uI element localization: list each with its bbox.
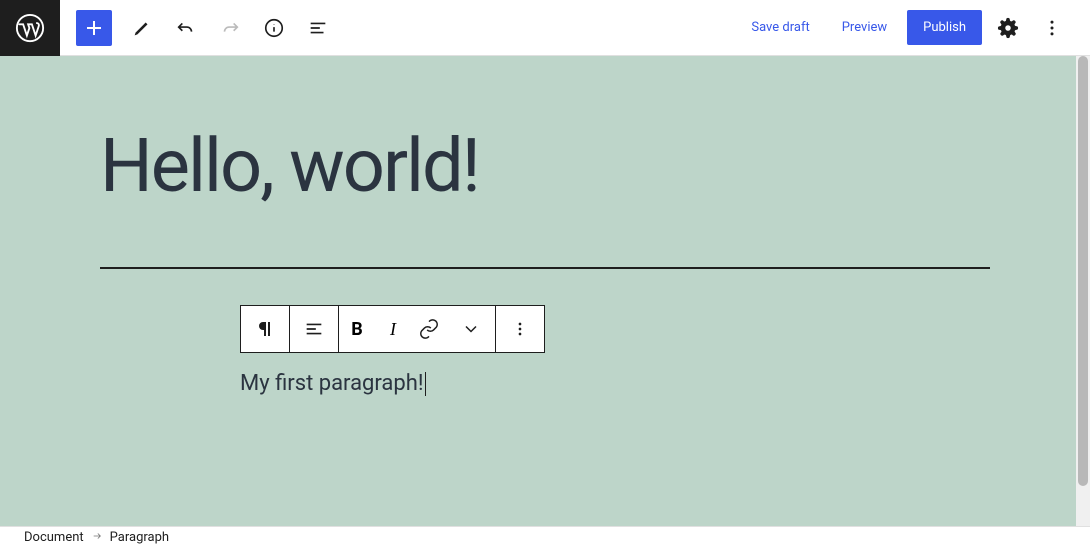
info-icon <box>263 17 285 39</box>
separator-block[interactable] <box>100 267 990 269</box>
post-title[interactable]: Hello, world! <box>100 126 990 207</box>
block-more-button[interactable] <box>496 306 544 352</box>
breadcrumb-root[interactable]: Document <box>24 530 84 545</box>
add-block-button[interactable] <box>76 10 112 46</box>
undo-icon <box>175 17 197 39</box>
editor-canvas[interactable]: Hello, world! B I <box>0 56 1090 526</box>
gear-icon <box>997 17 1019 39</box>
list-view-button[interactable] <box>300 10 336 46</box>
top-bar-right: Save draft Preview Publish <box>739 10 1090 46</box>
more-vertical-icon <box>510 319 530 339</box>
bold-button[interactable]: B <box>339 306 375 352</box>
redo-button[interactable] <box>212 10 248 46</box>
undo-button[interactable] <box>168 10 204 46</box>
top-bar-left <box>0 0 340 55</box>
arrow-right-icon <box>90 531 104 541</box>
pencil-icon <box>131 17 153 39</box>
paragraph-text: My first paragraph! <box>240 371 424 396</box>
plus-icon <box>82 16 106 40</box>
save-draft-button[interactable]: Save draft <box>739 12 821 43</box>
settings-button[interactable] <box>990 10 1026 46</box>
block-toolbar: B I <box>240 305 545 353</box>
list-view-icon <box>307 17 329 39</box>
align-left-icon <box>303 318 325 340</box>
text-cursor <box>425 372 426 396</box>
link-icon <box>418 318 440 340</box>
wordpress-logo[interactable] <box>0 0 60 56</box>
paragraph-block[interactable]: My first paragraph! <box>240 371 990 396</box>
wordpress-icon <box>15 13 45 43</box>
preview-button[interactable]: Preview <box>830 12 899 43</box>
link-button[interactable] <box>411 306 447 352</box>
paragraph-icon <box>253 317 277 341</box>
editor-top-bar: Save draft Preview Publish <box>0 0 1090 56</box>
block-type-button[interactable] <box>241 306 289 352</box>
align-button[interactable] <box>290 306 338 352</box>
more-formatting-button[interactable] <box>447 306 495 352</box>
breadcrumb-current[interactable]: Paragraph <box>110 530 169 545</box>
block-breadcrumb: Document Paragraph <box>0 526 1090 548</box>
breadcrumb-separator <box>90 530 104 545</box>
scrollbar-thumb[interactable] <box>1078 56 1088 486</box>
redo-icon <box>219 17 241 39</box>
editor-scrollbar[interactable] <box>1076 56 1090 526</box>
tools-button[interactable] <box>124 10 160 46</box>
more-vertical-icon <box>1042 18 1062 38</box>
chevron-down-icon <box>461 319 481 339</box>
info-button[interactable] <box>256 10 292 46</box>
publish-button[interactable]: Publish <box>907 10 982 45</box>
italic-button[interactable]: I <box>375 306 411 352</box>
more-options-button[interactable] <box>1034 10 1070 46</box>
